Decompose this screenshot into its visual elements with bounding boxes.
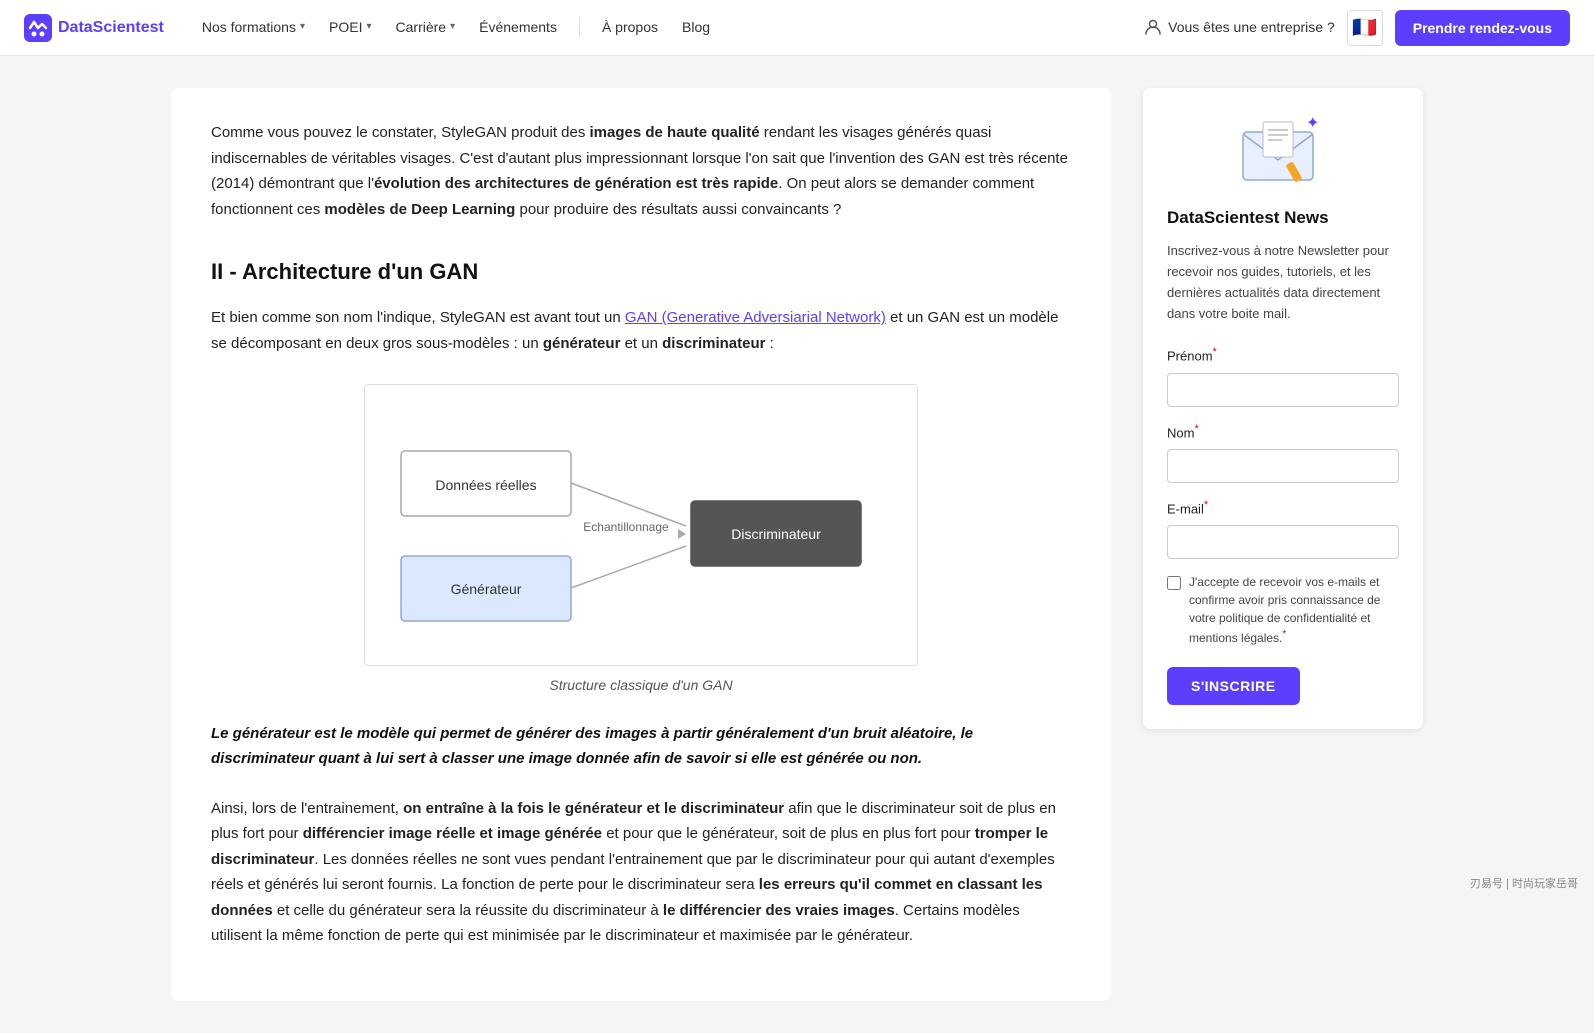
nav-separator bbox=[579, 17, 580, 37]
widget-desc: Inscrivez-vous à notre Newsletter pour r… bbox=[1167, 241, 1399, 324]
nav-poei[interactable]: POEI ▾ bbox=[319, 10, 382, 44]
consent-label: J'accepte de recevoir vos e-mails et con… bbox=[1189, 573, 1399, 647]
cta-button[interactable]: Prendre rendez-vous bbox=[1395, 10, 1570, 46]
logo-icon bbox=[24, 14, 52, 42]
newsletter-form: Prénom* Nom* E-mail* bbox=[1167, 344, 1399, 704]
navbar: DataScientest Nos formations ▾ POEI ▾ Ca… bbox=[0, 0, 1594, 56]
prenom-group: Prénom* bbox=[1167, 344, 1399, 406]
section-heading: II - Architecture d'un GAN bbox=[211, 254, 1071, 289]
svg-text:✦: ✦ bbox=[1306, 115, 1319, 132]
diagram-svg-container: Données réelles Générateur Discriminateu… bbox=[364, 384, 918, 666]
email-label: E-mail* bbox=[1167, 497, 1399, 520]
newsletter-icon: ✦ bbox=[1238, 112, 1328, 192]
submit-button[interactable]: S'INSCRIRE bbox=[1167, 667, 1300, 705]
article-para-1: Comme vous pouvez le constater, StyleGAN… bbox=[211, 120, 1071, 222]
nav-blog[interactable]: Blog bbox=[672, 10, 720, 44]
prenom-label: Prénom* bbox=[1167, 344, 1399, 367]
widget-title: DataScientest News bbox=[1167, 204, 1399, 231]
sidebar: ✦ DataScientest News Inscrivez-vous à no… bbox=[1143, 88, 1423, 1001]
consent-row: J'accepte de recevoir vos e-mails et con… bbox=[1167, 573, 1399, 647]
email-input[interactable] bbox=[1167, 525, 1399, 559]
enterprise-icon bbox=[1144, 18, 1162, 36]
quote-block: Le générateur est le modèle qui permet d… bbox=[211, 721, 1071, 772]
watermark: 刃易号 | 时尚玩家岳哥 bbox=[1470, 876, 1578, 894]
gan-link[interactable]: GAN (Generative Adversiarial Network) bbox=[625, 309, 886, 326]
nom-label: Nom* bbox=[1167, 421, 1399, 444]
chevron-down-icon: ▾ bbox=[300, 19, 305, 35]
chevron-down-icon: ▾ bbox=[366, 19, 371, 35]
widget-icon-area: ✦ bbox=[1167, 112, 1399, 192]
language-flag[interactable]: 🇫🇷 bbox=[1347, 10, 1383, 46]
main-content: Comme vous pouvez le constater, StyleGAN… bbox=[171, 88, 1111, 1001]
nav-a-propos[interactable]: À propos bbox=[592, 10, 668, 44]
svg-text:Echantillonnage: Echantillonnage bbox=[583, 520, 669, 534]
logo[interactable]: DataScientest bbox=[24, 14, 164, 42]
email-group: E-mail* bbox=[1167, 497, 1399, 559]
diagram-wrapper: Données réelles Générateur Discriminateu… bbox=[211, 384, 1071, 696]
nav-nos-formations[interactable]: Nos formations ▾ bbox=[192, 10, 315, 44]
prenom-input[interactable] bbox=[1167, 373, 1399, 407]
svg-text:Discriminateur: Discriminateur bbox=[731, 526, 821, 542]
article-para-2: Et bien comme son nom l'indique, StyleGA… bbox=[211, 305, 1071, 356]
gan-diagram: Données réelles Générateur Discriminateu… bbox=[381, 401, 901, 641]
nom-group: Nom* bbox=[1167, 421, 1399, 483]
nav-links: Nos formations ▾ POEI ▾ Carrière ▾ Événe… bbox=[192, 10, 1144, 44]
diagram-caption: Structure classique d'un GAN bbox=[549, 674, 732, 696]
nav-carriere[interactable]: Carrière ▾ bbox=[386, 10, 466, 44]
nav-right: Vous êtes une entreprise ? 🇫🇷 Prendre re… bbox=[1144, 10, 1570, 46]
article-para-3: Ainsi, lors de l'entrainement, on entraî… bbox=[211, 796, 1071, 949]
consent-checkbox[interactable] bbox=[1167, 576, 1181, 590]
newsletter-widget: ✦ DataScientest News Inscrivez-vous à no… bbox=[1143, 88, 1423, 729]
page-layout: Comme vous pouvez le constater, StyleGAN… bbox=[147, 56, 1447, 1033]
svg-text:Générateur: Générateur bbox=[451, 581, 522, 597]
chevron-down-icon: ▾ bbox=[450, 19, 455, 35]
nom-input[interactable] bbox=[1167, 449, 1399, 483]
nav-evenements[interactable]: Événements bbox=[469, 10, 567, 44]
logo-text: DataScientest bbox=[58, 15, 164, 41]
svg-text:Données réelles: Données réelles bbox=[435, 477, 536, 493]
enterprise-link[interactable]: Vous êtes une entreprise ? bbox=[1144, 16, 1335, 38]
